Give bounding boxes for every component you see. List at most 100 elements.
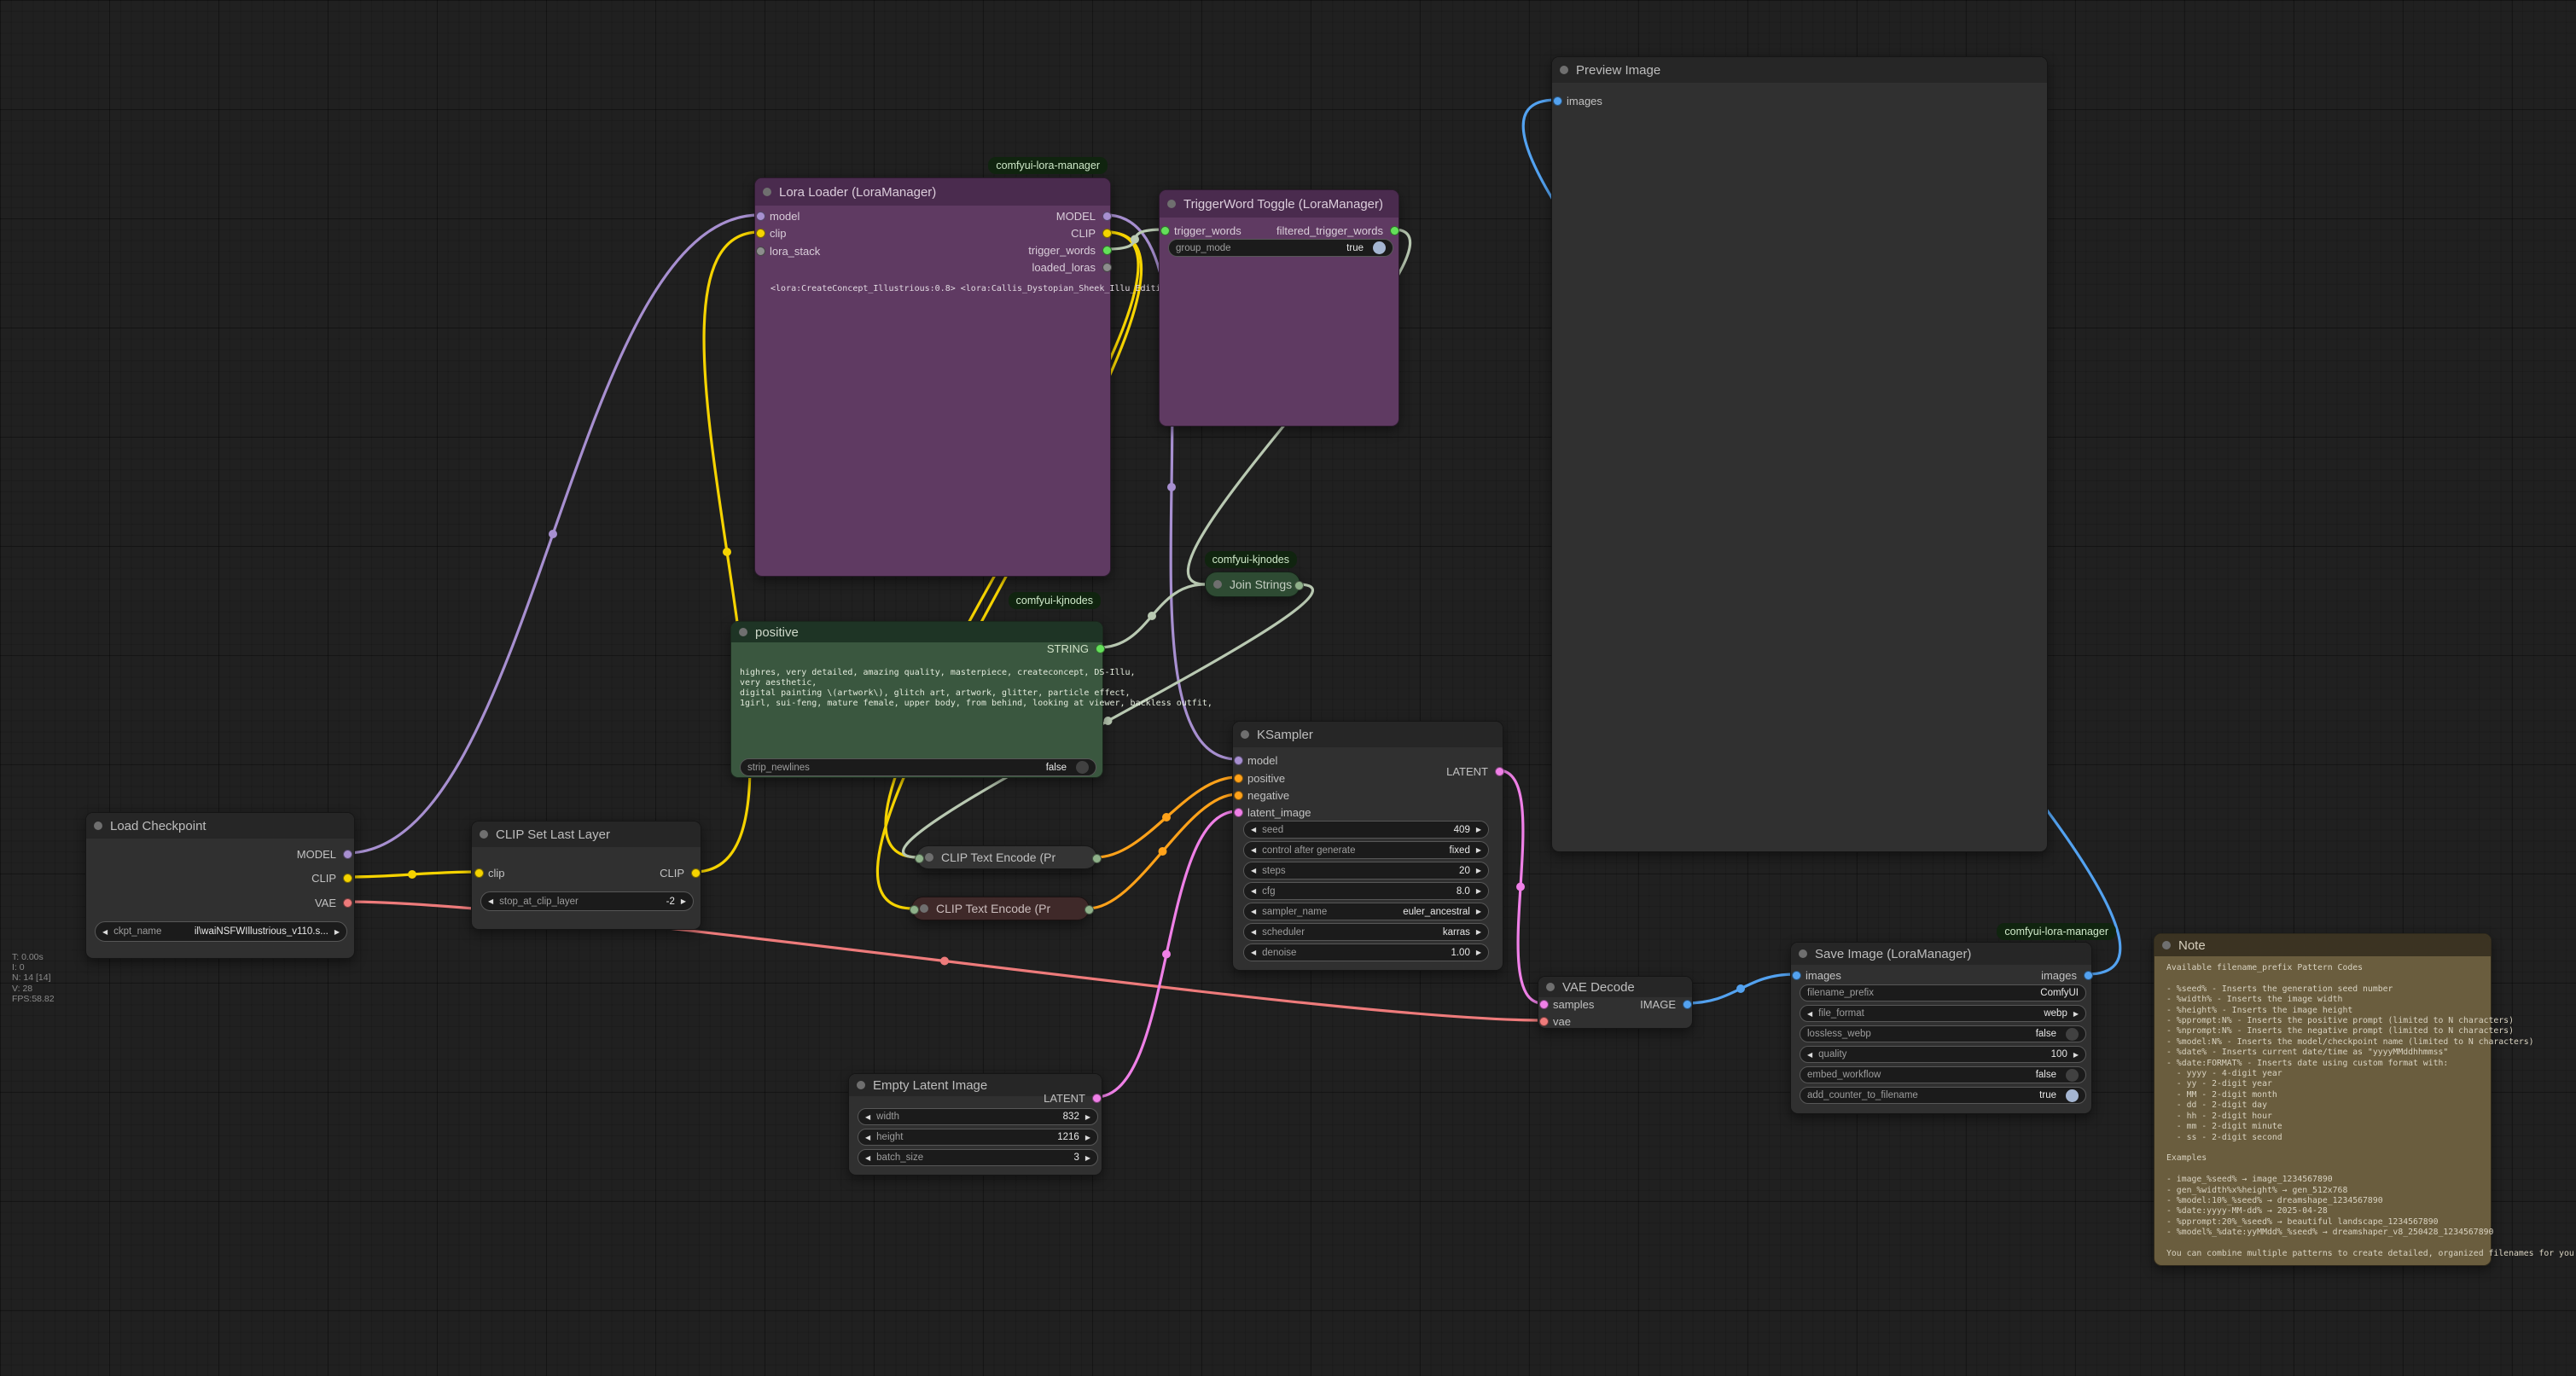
toggle-dot[interactable]	[2066, 1089, 2079, 1102]
widget-filename-prefix[interactable]: filename_prefixComfyUI	[1800, 984, 2086, 1002]
widget-decrement-arrow[interactable]: ◀	[1251, 908, 1256, 915]
collapse-dot[interactable]	[1799, 949, 1807, 958]
widget-decrement-arrow[interactable]: ◀	[865, 1134, 870, 1141]
node-positive[interactable]: positiveSTRINGstrip_newlinesfalsehighres…	[730, 621, 1103, 778]
collapse-dot[interactable]	[763, 188, 771, 196]
collapse-dot[interactable]	[1560, 66, 1568, 74]
slot-samples-dot[interactable]	[1539, 1000, 1549, 1009]
node-preview-image[interactable]: Preview Imageimages	[1551, 56, 2048, 852]
slot-latent-image-dot[interactable]	[1234, 808, 1243, 817]
slot-clip-dot[interactable]	[343, 874, 352, 883]
collapse-dot[interactable]	[925, 853, 933, 862]
widget-increment-arrow[interactable]: ▶	[1476, 846, 1481, 854]
widget-height[interactable]: ◀height1216▶	[858, 1129, 1098, 1146]
widget-width[interactable]: ◀width832▶	[858, 1108, 1098, 1125]
widget-batch-size[interactable]: ◀batch_size3▶	[858, 1149, 1098, 1166]
widget-lossless-webp[interactable]: lossless_webpfalse	[1800, 1025, 2086, 1042]
widget-increment-arrow[interactable]: ▶	[1476, 908, 1481, 915]
slot-positive-dot[interactable]	[1234, 774, 1243, 783]
collapse-dot[interactable]	[1546, 983, 1555, 991]
slot-trigger-words-dot[interactable]	[1102, 246, 1112, 255]
slot-image-dot[interactable]	[1683, 1000, 1692, 1009]
collapse-dot[interactable]	[1213, 580, 1222, 589]
node-titlebar[interactable]: CLIP Text Encode (Pr	[912, 897, 1089, 920]
widget-control-after-generate[interactable]: ◀control after generatefixed▶	[1243, 841, 1489, 859]
collapse-dot[interactable]	[739, 628, 747, 636]
slot-vae-dot[interactable]	[343, 898, 352, 908]
slot-model-dot[interactable]	[1234, 756, 1243, 765]
toggle-dot[interactable]	[2066, 1069, 2079, 1082]
widget-increment-arrow[interactable]: ▶	[1476, 887, 1481, 895]
widget-scheduler[interactable]: ◀schedulerkarras▶	[1243, 923, 1489, 941]
widget-decrement-arrow[interactable]: ◀	[1807, 1051, 1812, 1059]
widget-sampler-name[interactable]: ◀sampler_nameeuler_ancestral▶	[1243, 903, 1489, 920]
node-vae-decode[interactable]: VAE DecodesamplesvaeIMAGE	[1538, 976, 1693, 1029]
node-clip-text-encode-positive[interactable]: CLIP Text Encode (Pr	[916, 845, 1097, 869]
node-titlebar[interactable]: Load Checkpoint	[86, 813, 354, 839]
node-load-checkpoint[interactable]: Load CheckpointMODELCLIPVAE◀ckpt_nameil\…	[85, 812, 355, 959]
widget-steps[interactable]: ◀steps20▶	[1243, 862, 1489, 880]
widget-denoise[interactable]: ◀denoise1.00▶	[1243, 943, 1489, 961]
widget-increment-arrow[interactable]: ▶	[2073, 1010, 2079, 1018]
slot-clip-dot[interactable]	[474, 868, 484, 878]
slot-vae-dot[interactable]	[1539, 1017, 1549, 1026]
widget-increment-arrow[interactable]: ▶	[1085, 1154, 1090, 1162]
note-text[interactable]: Available filename_prefix Pattern Codes …	[2166, 963, 2574, 1259]
widget-quality[interactable]: ◀quality100▶	[1800, 1046, 2086, 1063]
node-note[interactable]: NoteAvailable filename_prefix Pattern Co…	[2154, 933, 2492, 1266]
collapse-dot[interactable]	[857, 1081, 865, 1089]
slot-model-dot[interactable]	[756, 212, 765, 221]
widget-increment-arrow[interactable]: ▶	[1476, 867, 1481, 874]
slot-latent-dot[interactable]	[1495, 767, 1504, 776]
widget-decrement-arrow[interactable]: ◀	[1251, 949, 1256, 956]
collapse-dot[interactable]	[1167, 200, 1176, 208]
slot-filtered-trigger-words-dot[interactable]	[1390, 226, 1399, 235]
slot-clip-dot[interactable]	[691, 868, 701, 878]
slot-collapsed-dot[interactable]	[1092, 854, 1102, 863]
widget-decrement-arrow[interactable]: ◀	[1251, 928, 1256, 936]
widget-strip-newlines[interactable]: strip_newlinesfalse	[740, 758, 1096, 776]
collapse-dot[interactable]	[2162, 941, 2171, 949]
widget-increment-arrow[interactable]: ▶	[1476, 949, 1481, 956]
toggle-dot[interactable]	[1373, 241, 1386, 254]
widget-file-format[interactable]: ◀file_formatwebp▶	[1800, 1005, 2086, 1022]
node-titlebar[interactable]: Preview Image	[1552, 57, 2047, 83]
widget-decrement-arrow[interactable]: ◀	[1251, 887, 1256, 895]
slot-latent-dot[interactable]	[1092, 1094, 1102, 1103]
node-titlebar[interactable]: VAE Decode	[1538, 977, 1692, 997]
widget-decrement-arrow[interactable]: ◀	[1251, 846, 1256, 854]
widget-increment-arrow[interactable]: ▶	[334, 928, 340, 936]
widget-decrement-arrow[interactable]: ◀	[102, 928, 108, 936]
widget-increment-arrow[interactable]: ▶	[681, 897, 686, 905]
collapse-dot[interactable]	[1241, 730, 1249, 739]
toggle-dot[interactable]	[2066, 1028, 2079, 1041]
slot-images-dot[interactable]	[1553, 96, 1562, 106]
widget-decrement-arrow[interactable]: ◀	[1807, 1010, 1812, 1018]
graph-canvas[interactable]: T: 0.00sI: 0N: 14 [14]V: 28FPS:58.82 Loa…	[0, 0, 2576, 1376]
widget-ckpt-name[interactable]: ◀ckpt_nameil\waiNSFWIllustrious_v110.s..…	[95, 921, 347, 942]
collapse-dot[interactable]	[480, 830, 488, 839]
slot-lora-stack-dot[interactable]	[756, 247, 765, 256]
node-ksampler[interactable]: KSamplermodelpositivenegativelatent_imag…	[1232, 721, 1503, 971]
widget-increment-arrow[interactable]: ▶	[2073, 1051, 2079, 1059]
widget-increment-arrow[interactable]: ▶	[1085, 1134, 1090, 1141]
slot-negative-dot[interactable]	[1234, 791, 1243, 800]
slot-images-dot[interactable]	[2084, 971, 2093, 980]
slot-images-dot[interactable]	[1792, 971, 1801, 980]
widget-decrement-arrow[interactable]: ◀	[865, 1113, 870, 1121]
node-titlebar[interactable]: CLIP Set Last Layer	[472, 822, 701, 847]
widget-decrement-arrow[interactable]: ◀	[1251, 867, 1256, 874]
widget-decrement-arrow[interactable]: ◀	[488, 897, 493, 905]
node-save-image[interactable]: Save Image (LoraManager)imagesimagesfile…	[1790, 942, 2092, 1114]
widget-increment-arrow[interactable]: ▶	[1476, 928, 1481, 936]
node-titlebar[interactable]: CLIP Text Encode (Pr	[917, 846, 1096, 868]
widget-increment-arrow[interactable]: ▶	[1085, 1113, 1090, 1121]
widget-decrement-arrow[interactable]: ◀	[865, 1154, 870, 1162]
slot-loaded-loras-dot[interactable]	[1102, 263, 1112, 272]
node-titlebar[interactable]: Note	[2154, 934, 2491, 956]
slot-model-dot[interactable]	[343, 850, 352, 859]
node-clip-text-encode-negative[interactable]: CLIP Text Encode (Pr	[911, 897, 1090, 920]
widget-seed[interactable]: ◀seed409▶	[1243, 821, 1489, 839]
lora-text[interactable]: <lora:CreateConcept_Illustrious:0.8> <lo…	[770, 284, 1197, 294]
node-lora-loader[interactable]: Lora Loader (LoraManager)modelcliplora_s…	[754, 177, 1111, 577]
